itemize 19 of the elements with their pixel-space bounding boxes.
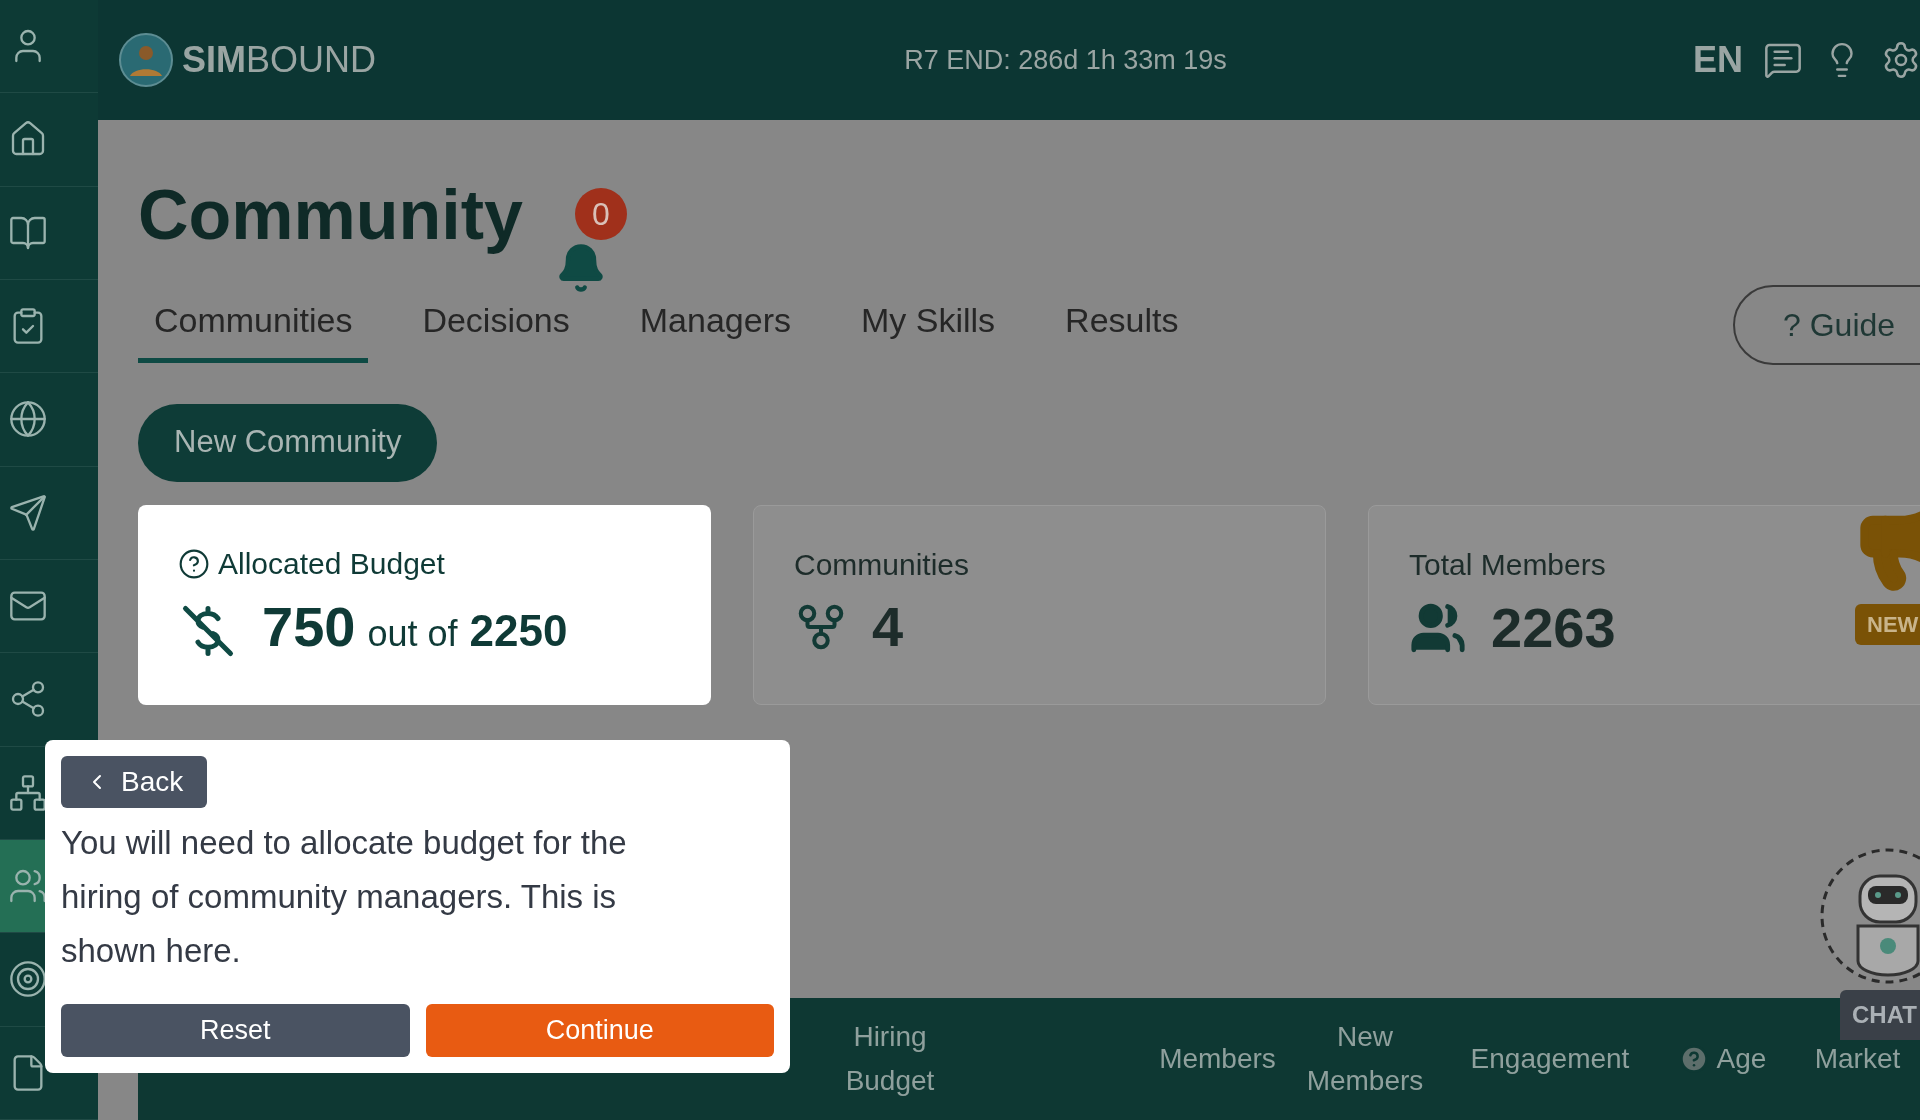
stat-label: Allocated Budget <box>218 546 445 582</box>
stat-label: Communities <box>794 547 970 583</box>
column-header: Market <box>1814 1042 1901 1076</box>
new-badge: NEW <box>1855 604 1920 645</box>
column-header: Members <box>1159 1042 1276 1076</box>
column-header: Engagement <box>1470 1042 1630 1076</box>
stat-total: 2250 <box>469 605 568 657</box>
stat-value: 4 <box>872 599 904 655</box>
tour-text: You will need to allocate budget for the hiring of community managers. This is shown here. <box>61 823 628 971</box>
column-header: New Members <box>1305 1020 1425 1098</box>
stat-value: 750 <box>262 599 356 655</box>
stat-value: 2263 <box>1491 600 1616 656</box>
stat-connector: out of <box>367 612 458 656</box>
notification-badge: 0 <box>575 188 627 240</box>
round-timer: R7 END: 286d 1h 33m 19s <box>903 43 1228 77</box>
column-header: Hiring Budget <box>844 1020 936 1098</box>
logo-text: SIMBOUND <box>182 38 377 82</box>
column-header: Age <box>1716 1042 1767 1076</box>
stat-label: Total Members <box>1409 547 1606 583</box>
